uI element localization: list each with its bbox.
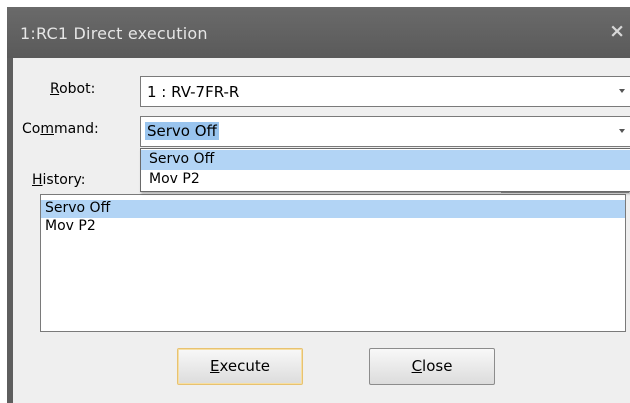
close-label: lose bbox=[422, 357, 453, 375]
history-label-text: istory: bbox=[42, 172, 86, 188]
command-combobox[interactable]: Servo Off bbox=[140, 116, 630, 147]
execute-label: xecute bbox=[219, 357, 270, 375]
dropdown-option[interactable]: Servo Off bbox=[141, 150, 630, 170]
list-item[interactable]: Servo Off bbox=[41, 200, 625, 218]
command-label-prefix: Co bbox=[22, 121, 41, 137]
window-title: 1:RC1 Direct execution bbox=[20, 24, 208, 43]
list-item[interactable]: Mov P2 bbox=[41, 218, 625, 236]
command-label-text: mand: bbox=[53, 121, 99, 137]
history-label-accesskey: H bbox=[32, 172, 43, 188]
dialog-body: Robot: 1 : RV-7FR-R Command: Servo Off H… bbox=[13, 58, 630, 403]
command-label-accesskey: m bbox=[40, 121, 54, 137]
direct-execution-dialog: 1:RC1 Direct execution × Robot: 1 : RV-7… bbox=[7, 7, 630, 403]
chevron-down-icon[interactable] bbox=[619, 89, 625, 93]
close-icon[interactable]: × bbox=[609, 20, 625, 42]
history-list[interactable]: Servo Off Mov P2 bbox=[40, 194, 626, 332]
execute-button[interactable]: Execute bbox=[177, 348, 303, 385]
chevron-down-icon[interactable] bbox=[619, 129, 625, 133]
command-label: Command: bbox=[22, 121, 99, 137]
title-bar[interactable]: 1:RC1 Direct execution × bbox=[7, 7, 630, 58]
close-button[interactable]: Close bbox=[369, 348, 495, 385]
robot-select[interactable]: 1 : RV-7FR-R bbox=[140, 76, 630, 107]
robot-label-text: obot: bbox=[59, 81, 96, 97]
history-label: History: bbox=[32, 172, 86, 188]
close-accesskey: C bbox=[411, 357, 423, 375]
command-dropdown-list[interactable]: Servo Off Mov P2 bbox=[140, 148, 630, 192]
robot-select-value: 1 : RV-7FR-R bbox=[147, 83, 240, 101]
robot-label: Robot: bbox=[50, 81, 95, 97]
robot-label-accesskey: R bbox=[50, 81, 60, 97]
command-input-value[interactable]: Servo Off bbox=[145, 122, 219, 140]
dropdown-option[interactable]: Mov P2 bbox=[141, 170, 630, 190]
